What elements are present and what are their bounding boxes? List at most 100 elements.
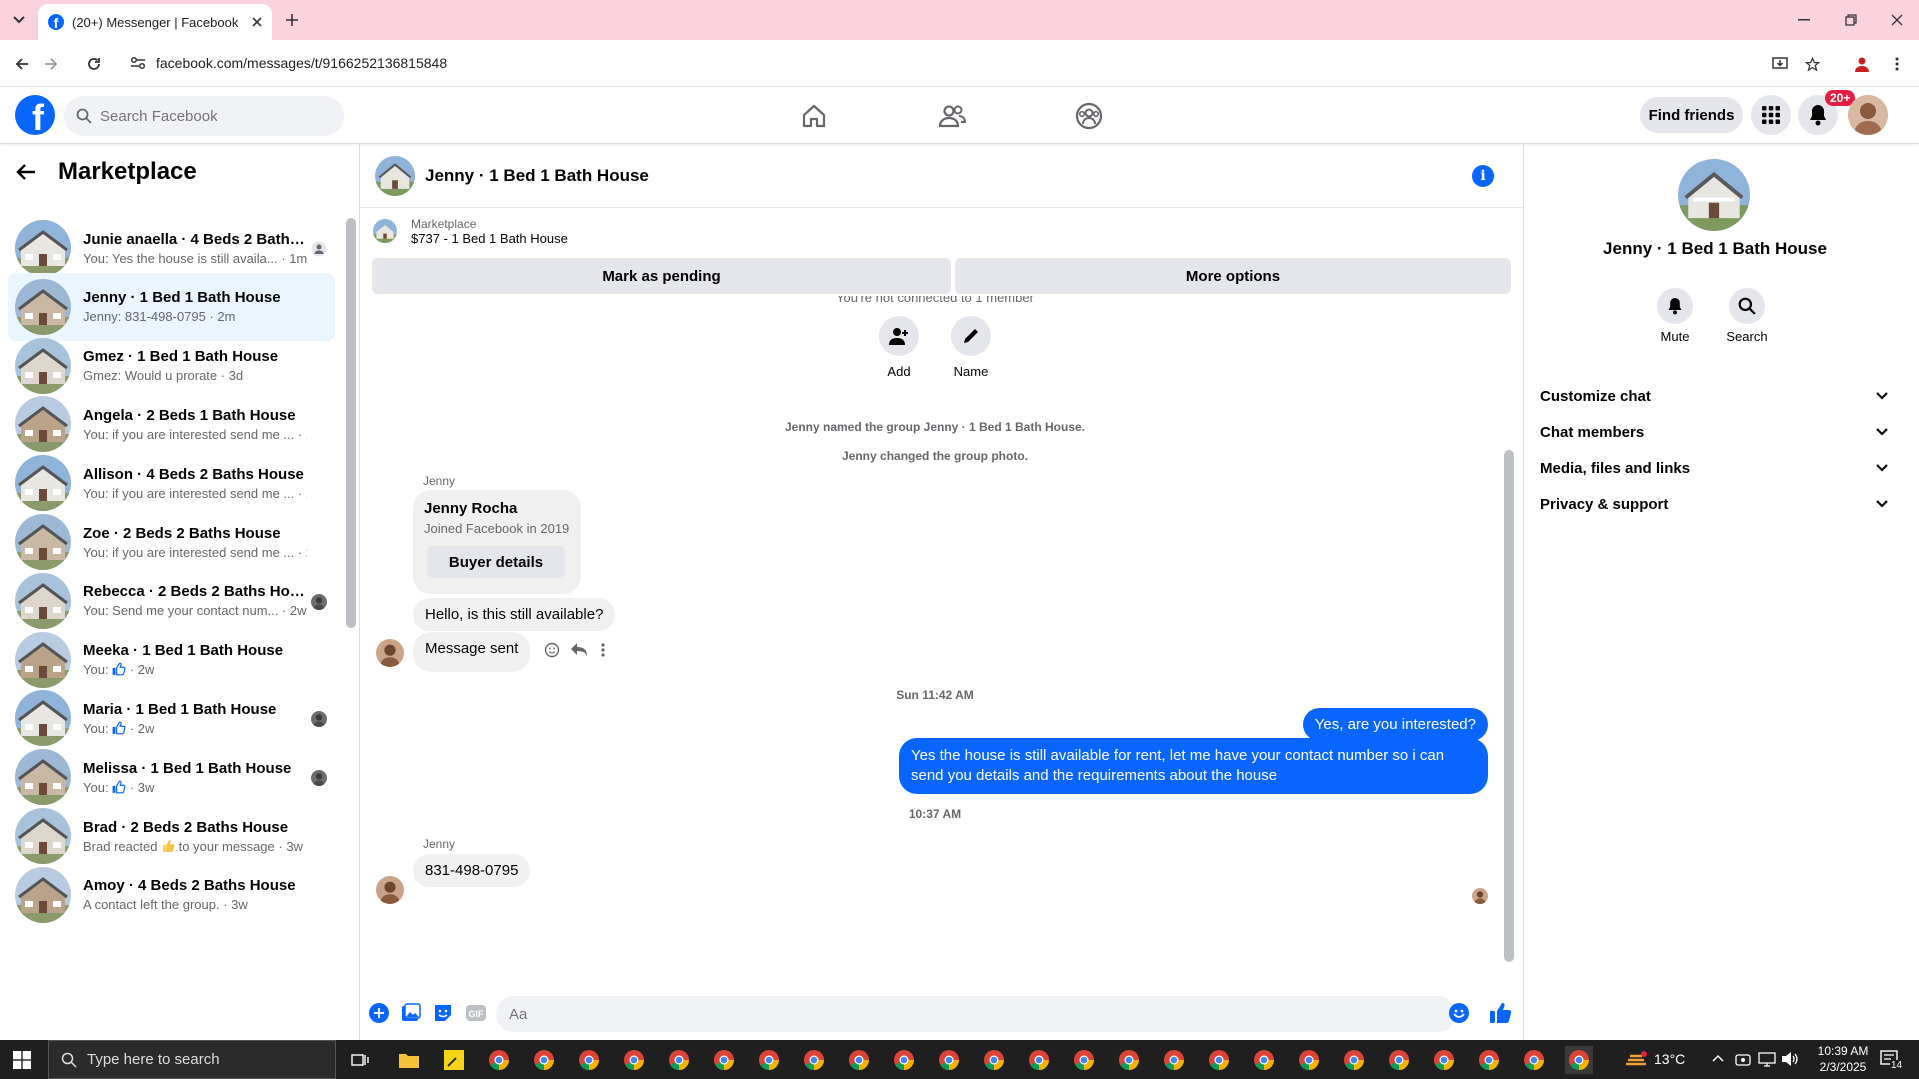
chrome-window-button[interactable] xyxy=(1520,1046,1548,1074)
chrome-window-button[interactable] xyxy=(1340,1046,1368,1074)
settings-section[interactable]: Privacy & support xyxy=(1540,486,1890,522)
chat-scrollbar-thumb[interactable] xyxy=(1504,450,1514,962)
sticker-icon[interactable] xyxy=(433,1003,453,1023)
conversation-item[interactable]: Jenny · 1 Bed 1 Bath House Jenny: 831-498… xyxy=(8,272,335,341)
conversation-item[interactable]: Zoe · 2 Beds 2 Baths House You: if you ar… xyxy=(8,508,335,576)
message-input[interactable] xyxy=(496,996,1456,1032)
info-icon[interactable]: i xyxy=(1472,165,1494,187)
chat-title[interactable]: Jenny · 1 Bed 1 Bath House xyxy=(425,166,649,186)
forward-button[interactable] xyxy=(38,51,64,77)
marketplace-listing-bar[interactable]: Marketplace $737 - 1 Bed 1 Bath House xyxy=(360,210,1523,252)
settings-section[interactable]: Media, files and links xyxy=(1540,450,1890,486)
more-actions-icon[interactable] xyxy=(601,642,605,658)
chrome-window-button[interactable] xyxy=(980,1046,1008,1074)
chrome-window-button[interactable] xyxy=(710,1046,738,1074)
incoming-message[interactable]: Hello, is this still available? xyxy=(413,598,616,631)
chrome-window-button[interactable] xyxy=(575,1046,603,1074)
conversation-item[interactable]: Melissa · 1 Bed 1 Bath House You: · 3w xyxy=(8,743,335,811)
search-in-chat-button[interactable] xyxy=(1729,288,1765,324)
add-member-button[interactable] xyxy=(879,316,919,356)
chrome-window-button[interactable] xyxy=(890,1046,918,1074)
sender-avatar[interactable] xyxy=(376,876,404,904)
chrome-window-button[interactable] xyxy=(485,1046,513,1074)
incoming-message[interactable]: 831-498-0795 xyxy=(413,854,531,887)
chrome-window-button[interactable] xyxy=(620,1046,648,1074)
nav-friends[interactable] xyxy=(922,97,982,135)
conversation-item[interactable]: Brad · 2 Beds 2 Baths House Brad reacted … xyxy=(8,802,335,870)
meet-now-icon[interactable] xyxy=(1735,1051,1751,1067)
browser-menu-button[interactable] xyxy=(1884,51,1910,77)
chrome-window-button[interactable] xyxy=(1070,1046,1098,1074)
settings-section[interactable]: Customize chat xyxy=(1540,378,1890,414)
bookmark-button[interactable] xyxy=(1799,51,1825,77)
windows-start-icon[interactable] xyxy=(13,1051,31,1069)
task-view-button[interactable] xyxy=(346,1046,374,1074)
mute-button[interactable] xyxy=(1657,288,1693,324)
sticky-notes-button[interactable] xyxy=(440,1046,468,1074)
close-tab-icon[interactable] xyxy=(252,17,262,27)
buyer-details-button[interactable]: Buyer details xyxy=(427,546,565,578)
tab-search-dropdown[interactable] xyxy=(6,7,32,33)
group-photo[interactable] xyxy=(1678,159,1750,231)
conversation-item[interactable]: Rebecca · 2 Beds 2 Baths House You: Send … xyxy=(8,567,335,635)
conversation-item[interactable]: Meeka · 1 Bed 1 Bath House You: · 2w xyxy=(8,626,335,694)
name-group-button[interactable] xyxy=(951,316,991,356)
photo-icon[interactable] xyxy=(401,1003,421,1023)
chrome-window-button[interactable] xyxy=(755,1046,783,1074)
facebook-search[interactable] xyxy=(64,96,344,136)
chrome-window-button[interactable] xyxy=(1250,1046,1278,1074)
conversation-item[interactable]: Maria · 1 Bed 1 Bath House You: · 2w xyxy=(8,684,335,752)
chrome-window-button[interactable] xyxy=(665,1046,693,1074)
reload-button[interactable] xyxy=(81,51,107,77)
menu-button[interactable] xyxy=(1751,95,1791,135)
chat-avatar[interactable] xyxy=(375,155,415,196)
conversation-item[interactable]: Angela · 2 Beds 1 Bath House You: if you … xyxy=(8,390,335,458)
chrome-window-button[interactable] xyxy=(800,1046,828,1074)
notification-center-button[interactable]: 14 xyxy=(1880,1050,1904,1071)
chrome-window-button[interactable] xyxy=(1205,1046,1233,1074)
reply-icon[interactable] xyxy=(570,642,588,658)
restore-button[interactable] xyxy=(1838,7,1864,33)
browser-tab-active[interactable]: f (20+) Messenger | Facebook xyxy=(38,4,272,40)
back-button[interactable] xyxy=(9,51,35,77)
volume-icon[interactable] xyxy=(1781,1051,1799,1067)
settings-section[interactable]: Chat members xyxy=(1540,414,1890,450)
find-friends-button[interactable]: Find friends xyxy=(1640,97,1743,133)
network-icon[interactable] xyxy=(1758,1051,1776,1067)
like-thumb-icon[interactable] xyxy=(1489,1001,1513,1025)
more-options-button[interactable]: More options xyxy=(955,258,1511,294)
page-scrollbar[interactable] xyxy=(1906,87,1919,1040)
mark-as-pending-button[interactable]: Mark as pending xyxy=(372,258,951,294)
profile-button[interactable] xyxy=(1849,51,1875,77)
emoji-icon[interactable] xyxy=(1449,1003,1469,1023)
nav-home[interactable] xyxy=(784,97,844,135)
account-avatar[interactable] xyxy=(1848,95,1888,135)
new-tab-button[interactable] xyxy=(279,7,305,33)
chrome-window-button[interactable] xyxy=(1115,1046,1143,1074)
react-smiley-icon[interactable] xyxy=(544,642,560,658)
outgoing-message[interactable]: Yes, are you interested? xyxy=(1302,708,1488,741)
clock[interactable]: 10:39 AM 2/3/2025 xyxy=(1807,1043,1879,1075)
plus-circle-icon[interactable] xyxy=(369,1003,389,1023)
chrome-window-button[interactable] xyxy=(1160,1046,1188,1074)
list-scrollbar-thumb[interactable] xyxy=(346,218,356,628)
chrome-window-button[interactable] xyxy=(1385,1046,1413,1074)
chrome-window-button[interactable] xyxy=(1475,1046,1503,1074)
conversation-item[interactable]: Gmez · 1 Bed 1 Bath House Gmez: Would u p… xyxy=(8,332,335,400)
chrome-window-button[interactable] xyxy=(845,1046,873,1074)
incoming-message[interactable]: Message sent xyxy=(413,632,531,672)
outgoing-message[interactable]: Yes the house is still available for ren… xyxy=(899,738,1488,794)
file-explorer-button[interactable] xyxy=(395,1046,423,1074)
weather-icon[interactable] xyxy=(1624,1050,1648,1070)
chrome-window-button[interactable] xyxy=(935,1046,963,1074)
site-settings-icon[interactable] xyxy=(130,56,146,70)
chrome-window-button[interactable] xyxy=(1565,1046,1593,1074)
chevron-up-icon[interactable] xyxy=(1712,1054,1724,1062)
search-input[interactable] xyxy=(100,107,320,125)
gif-icon[interactable]: GIF xyxy=(465,1003,487,1023)
minimize-button[interactable] xyxy=(1791,7,1817,33)
conversation-item[interactable]: Allison · 4 Beds 2 Baths House You: if yo… xyxy=(8,449,335,517)
close-window-button[interactable] xyxy=(1884,7,1910,33)
facebook-logo[interactable]: f xyxy=(15,95,55,135)
nav-groups[interactable] xyxy=(1059,97,1119,135)
